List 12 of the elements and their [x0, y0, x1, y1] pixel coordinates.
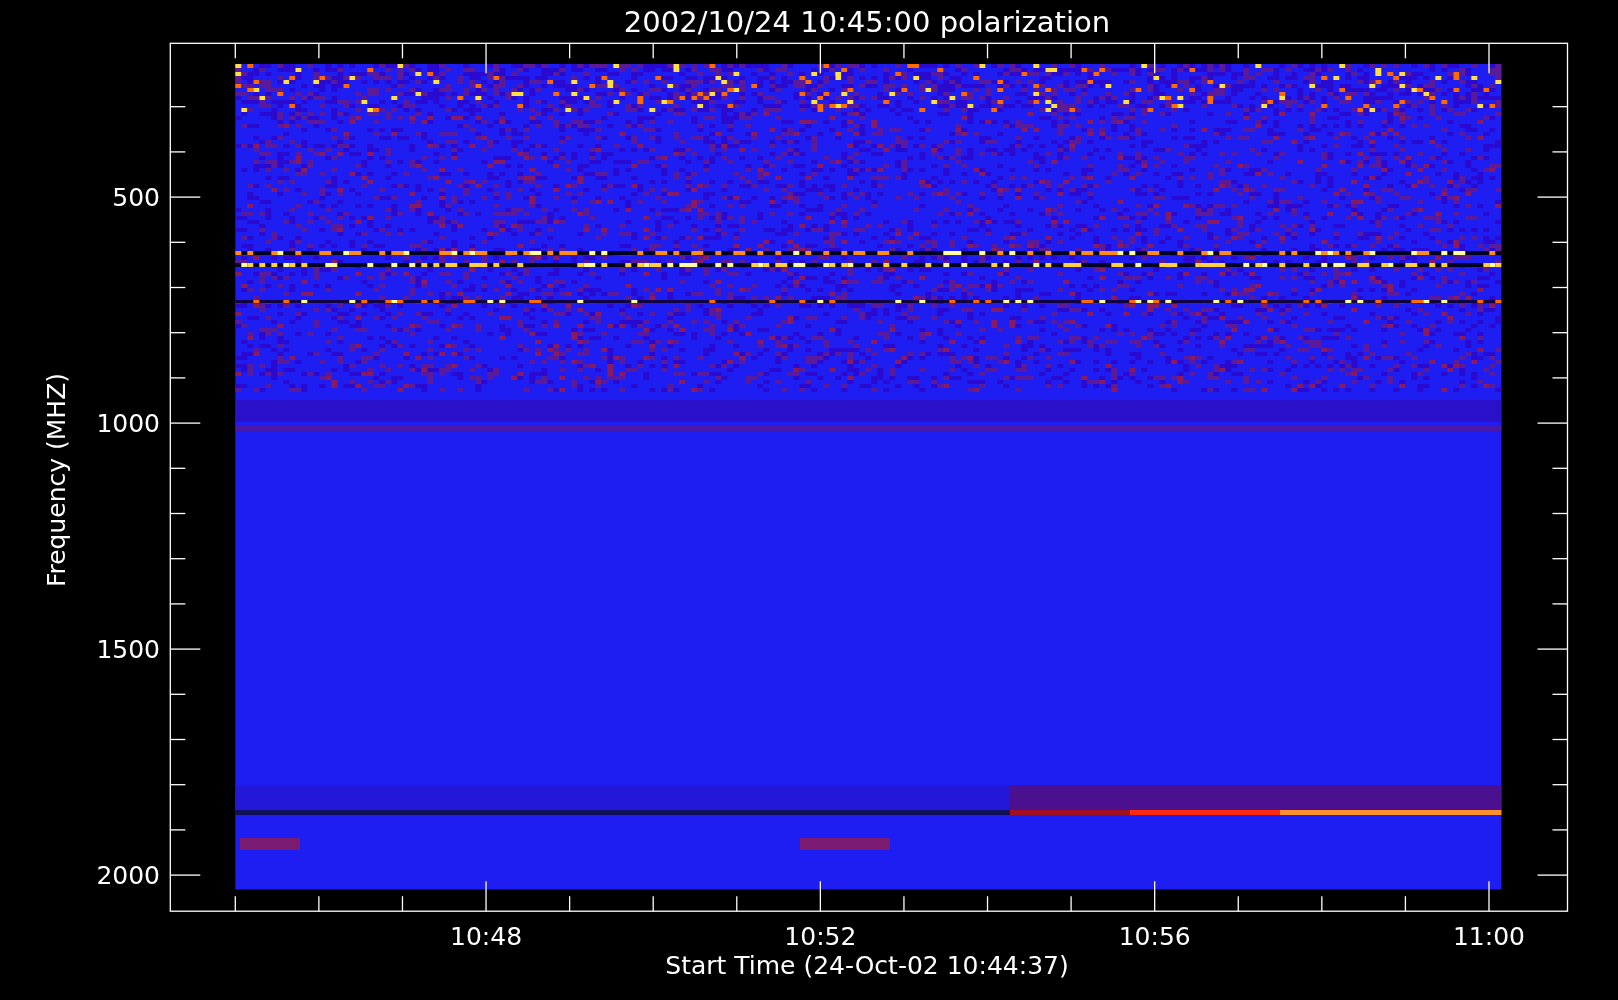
y-tick-label: 1500: [96, 635, 160, 665]
x-tick-label: 10:56: [1118, 922, 1191, 951]
x-tick-label: 10:52: [784, 922, 857, 951]
y-tick-label: 1000: [96, 409, 160, 439]
y-tick-label: 500: [112, 183, 160, 213]
chart-title: 2002/10/24 10:45:00 polarization: [623, 5, 1111, 39]
x-tick-label: 10:48: [450, 922, 523, 951]
x-tick-label: 11:00: [1453, 922, 1525, 951]
y-axis-title: Frequency (MHZ): [42, 372, 71, 588]
y-tick-label: 2000: [96, 861, 160, 891]
emission-patch: [240, 838, 300, 850]
x-axis-title: Start Time (24-Oct-02 10:44:37): [665, 951, 1069, 980]
